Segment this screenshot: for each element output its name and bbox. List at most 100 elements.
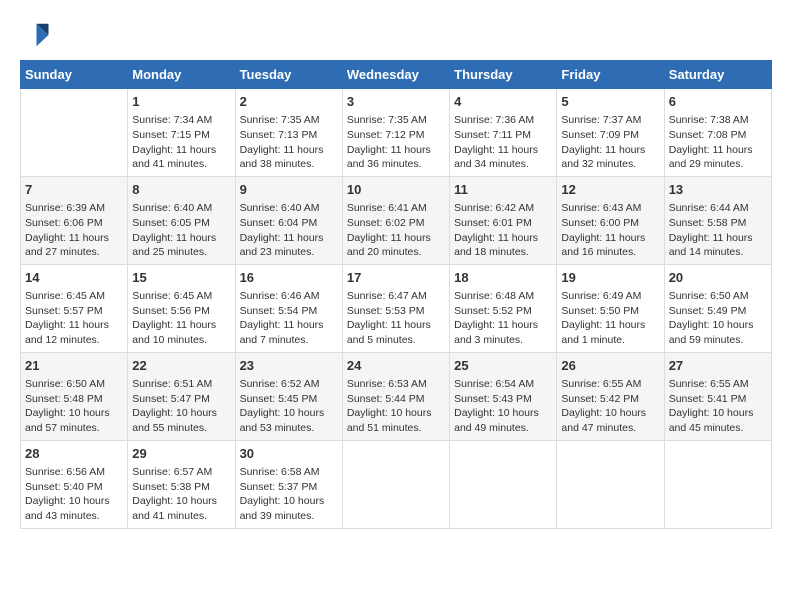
day-number: 6 (669, 93, 767, 111)
cell-content: Sunrise: 6:45 AMSunset: 5:56 PMDaylight:… (132, 289, 230, 348)
cell-content: Sunrise: 6:56 AMSunset: 5:40 PMDaylight:… (25, 465, 123, 524)
calendar-cell: 4 Sunrise: 7:36 AMSunset: 7:11 PMDaylight… (450, 89, 557, 177)
header-friday: Friday (557, 61, 664, 89)
day-number: 22 (132, 357, 230, 375)
calendar-cell: 28 Sunrise: 6:56 AMSunset: 5:40 PMDayligh… (21, 440, 128, 528)
cell-content: Sunrise: 6:54 AMSunset: 5:43 PMDaylight:… (454, 377, 552, 436)
calendar-cell: 22 Sunrise: 6:51 AMSunset: 5:47 PMDayligh… (128, 352, 235, 440)
day-number: 20 (669, 269, 767, 287)
calendar-cell (557, 440, 664, 528)
calendar-cell: 30Sunrise: 6:58 AMSunset: 5:37 PMDayligh… (235, 440, 342, 528)
cell-content: Sunrise: 7:34 AMSunset: 7:15 PMDaylight:… (132, 113, 230, 172)
cell-content: Sunrise: 6:52 AMSunset: 5:45 PMDaylight:… (240, 377, 338, 436)
calendar-cell: 16Sunrise: 6:46 AMSunset: 5:54 PMDayligh… (235, 264, 342, 352)
calendar-cell: 15 Sunrise: 6:45 AMSunset: 5:56 PMDayligh… (128, 264, 235, 352)
week-row-5: 28 Sunrise: 6:56 AMSunset: 5:40 PMDayligh… (21, 440, 772, 528)
cell-content: Sunrise: 6:57 AMSunset: 5:38 PMDaylight:… (132, 465, 230, 524)
header-saturday: Saturday (664, 61, 771, 89)
calendar-cell: 5 Sunrise: 7:37 AMSunset: 7:09 PMDaylight… (557, 89, 664, 177)
header-sunday: Sunday (21, 61, 128, 89)
calendar-cell (664, 440, 771, 528)
calendar-cell: 8 Sunrise: 6:40 AMSunset: 6:05 PMDaylight… (128, 176, 235, 264)
day-number: 11 (454, 181, 552, 199)
cell-content: Sunrise: 6:44 AMSunset: 5:58 PMDaylight:… (669, 201, 767, 260)
calendar-cell: 20 Sunrise: 6:50 AMSunset: 5:49 PMDayligh… (664, 264, 771, 352)
day-number: 29 (132, 445, 230, 463)
week-row-3: 14Sunrise: 6:45 AMSunset: 5:57 PMDayligh… (21, 264, 772, 352)
calendar-cell: 10 Sunrise: 6:41 AMSunset: 6:02 PMDayligh… (342, 176, 449, 264)
cell-content: Sunrise: 6:48 AMSunset: 5:52 PMDaylight:… (454, 289, 552, 348)
week-row-4: 21Sunrise: 6:50 AMSunset: 5:48 PMDayligh… (21, 352, 772, 440)
calendar-cell: 14Sunrise: 6:45 AMSunset: 5:57 PMDayligh… (21, 264, 128, 352)
calendar-cell: 18 Sunrise: 6:48 AMSunset: 5:52 PMDayligh… (450, 264, 557, 352)
day-number: 3 (347, 93, 445, 111)
calendar-cell: 2 Sunrise: 7:35 AMSunset: 7:13 PMDaylight… (235, 89, 342, 177)
cell-content: Sunrise: 6:39 AMSunset: 6:06 PMDaylight:… (25, 201, 123, 260)
day-number: 10 (347, 181, 445, 199)
day-number: 7 (25, 181, 123, 199)
week-row-2: 7 Sunrise: 6:39 AMSunset: 6:06 PMDaylight… (21, 176, 772, 264)
day-number: 21 (25, 357, 123, 375)
calendar-cell: 3Sunrise: 7:35 AMSunset: 7:12 PMDaylight… (342, 89, 449, 177)
cell-content: Sunrise: 6:49 AMSunset: 5:50 PMDaylight:… (561, 289, 659, 348)
calendar-cell: 19 Sunrise: 6:49 AMSunset: 5:50 PMDayligh… (557, 264, 664, 352)
calendar-cell: 1 Sunrise: 7:34 AMSunset: 7:15 PMDaylight… (128, 89, 235, 177)
calendar-cell: 23Sunrise: 6:52 AMSunset: 5:45 PMDayligh… (235, 352, 342, 440)
cell-content: Sunrise: 7:35 AMSunset: 7:13 PMDaylight:… (240, 113, 338, 172)
day-number: 16 (240, 269, 338, 287)
day-number: 28 (25, 445, 123, 463)
day-number: 27 (669, 357, 767, 375)
day-number: 4 (454, 93, 552, 111)
header-wednesday: Wednesday (342, 61, 449, 89)
calendar-cell (21, 89, 128, 177)
cell-content: Sunrise: 6:45 AMSunset: 5:57 PMDaylight:… (25, 289, 123, 348)
cell-content: Sunrise: 7:38 AMSunset: 7:08 PMDaylight:… (669, 113, 767, 172)
cell-content: Sunrise: 6:41 AMSunset: 6:02 PMDaylight:… (347, 201, 445, 260)
day-number: 5 (561, 93, 659, 111)
cell-content: Sunrise: 7:36 AMSunset: 7:11 PMDaylight:… (454, 113, 552, 172)
calendar-cell: 21Sunrise: 6:50 AMSunset: 5:48 PMDayligh… (21, 352, 128, 440)
day-number: 24 (347, 357, 445, 375)
calendar-cell: 11 Sunrise: 6:42 AMSunset: 6:01 PMDayligh… (450, 176, 557, 264)
calendar-cell (342, 440, 449, 528)
page-header (20, 20, 772, 50)
calendar-cell (450, 440, 557, 528)
calendar-cell: 9Sunrise: 6:40 AMSunset: 6:04 PMDaylight… (235, 176, 342, 264)
day-number: 12 (561, 181, 659, 199)
day-number: 18 (454, 269, 552, 287)
cell-content: Sunrise: 6:40 AMSunset: 6:04 PMDaylight:… (240, 201, 338, 260)
header-row: SundayMondayTuesdayWednesdayThursdayFrid… (21, 61, 772, 89)
calendar-cell: 25 Sunrise: 6:54 AMSunset: 5:43 PMDayligh… (450, 352, 557, 440)
cell-content: Sunrise: 6:40 AMSunset: 6:05 PMDaylight:… (132, 201, 230, 260)
day-number: 15 (132, 269, 230, 287)
day-number: 2 (240, 93, 338, 111)
day-number: 19 (561, 269, 659, 287)
cell-content: Sunrise: 6:47 AMSunset: 5:53 PMDaylight:… (347, 289, 445, 348)
calendar-cell: 6 Sunrise: 7:38 AMSunset: 7:08 PMDaylight… (664, 89, 771, 177)
day-number: 30 (240, 445, 338, 463)
calendar-cell: 26 Sunrise: 6:55 AMSunset: 5:42 PMDayligh… (557, 352, 664, 440)
calendar-body: 1 Sunrise: 7:34 AMSunset: 7:15 PMDaylight… (21, 89, 772, 529)
calendar-cell: 29 Sunrise: 6:57 AMSunset: 5:38 PMDayligh… (128, 440, 235, 528)
cell-content: Sunrise: 6:55 AMSunset: 5:41 PMDaylight:… (669, 377, 767, 436)
logo (20, 20, 54, 50)
day-number: 25 (454, 357, 552, 375)
cell-content: Sunrise: 6:53 AMSunset: 5:44 PMDaylight:… (347, 377, 445, 436)
cell-content: Sunrise: 6:42 AMSunset: 6:01 PMDaylight:… (454, 201, 552, 260)
day-number: 13 (669, 181, 767, 199)
cell-content: Sunrise: 6:50 AMSunset: 5:49 PMDaylight:… (669, 289, 767, 348)
calendar-cell: 13 Sunrise: 6:44 AMSunset: 5:58 PMDayligh… (664, 176, 771, 264)
cell-content: Sunrise: 7:37 AMSunset: 7:09 PMDaylight:… (561, 113, 659, 172)
calendar-header: SundayMondayTuesdayWednesdayThursdayFrid… (21, 61, 772, 89)
day-number: 17 (347, 269, 445, 287)
day-number: 8 (132, 181, 230, 199)
day-number: 1 (132, 93, 230, 111)
cell-content: Sunrise: 6:51 AMSunset: 5:47 PMDaylight:… (132, 377, 230, 436)
header-thursday: Thursday (450, 61, 557, 89)
cell-content: Sunrise: 6:43 AMSunset: 6:00 PMDaylight:… (561, 201, 659, 260)
cell-content: Sunrise: 6:55 AMSunset: 5:42 PMDaylight:… (561, 377, 659, 436)
calendar-cell: 24 Sunrise: 6:53 AMSunset: 5:44 PMDayligh… (342, 352, 449, 440)
calendar-cell: 17 Sunrise: 6:47 AMSunset: 5:53 PMDayligh… (342, 264, 449, 352)
header-monday: Monday (128, 61, 235, 89)
day-number: 26 (561, 357, 659, 375)
